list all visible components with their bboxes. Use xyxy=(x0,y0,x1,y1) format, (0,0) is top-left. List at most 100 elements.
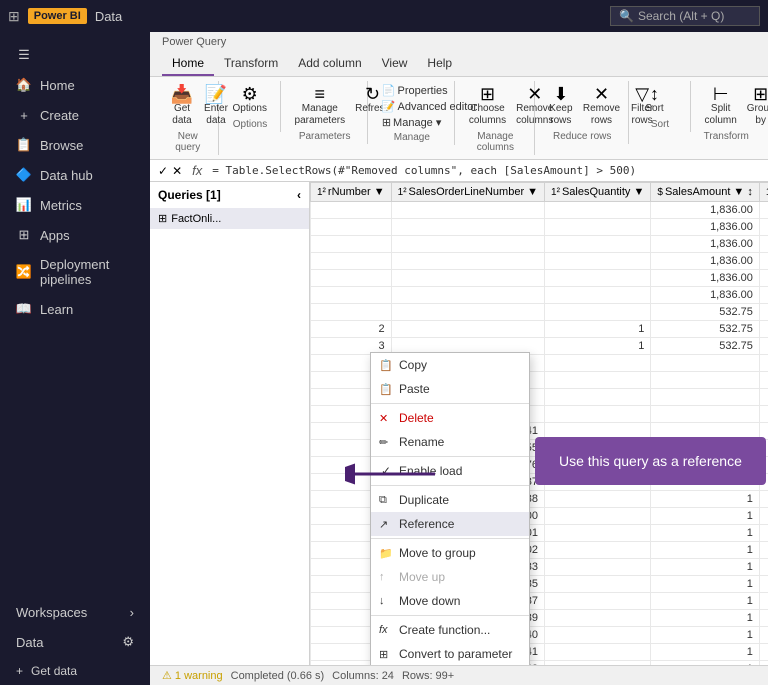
group-by-icon: ⊞ xyxy=(753,85,768,103)
ribbon-btn-group-by[interactable]: ⊞ Groupby xyxy=(743,83,768,129)
main-layout: ☰ 🏠 Home + Create 📋 Browse 🔷 Data hub 📊 … xyxy=(0,32,768,685)
query-item-factonli[interactable]: ⊞ FactOnli... xyxy=(150,208,309,229)
grid-icon: ⊞ xyxy=(8,8,20,25)
metrics-icon: 📊 xyxy=(16,197,32,213)
choose-columns-icon: ⊞ xyxy=(480,85,495,103)
ctx-reference[interactable]: ↗Reference xyxy=(371,512,529,536)
sidebar-item-deployment[interactable]: 🔀 Deployment pipelines xyxy=(0,250,150,294)
tab-transform[interactable]: Transform xyxy=(214,52,288,76)
ribbon-btn-split-column[interactable]: ⊢ Splitcolumn xyxy=(701,83,741,129)
ribbon: 📥 Getdata 📝 Enterdata New query xyxy=(150,77,768,160)
sidebar-get-data[interactable]: + Get data xyxy=(0,657,150,685)
ribbon-btn-choose-columns[interactable]: ⊞ Choosecolumns xyxy=(465,83,510,129)
tab-view[interactable]: View xyxy=(372,52,418,76)
move-group-icon: 📁 xyxy=(379,547,393,560)
duplicate-icon: ⧉ xyxy=(379,494,387,507)
ribbon-btn-keep-rows[interactable]: ⬇ Keeprows xyxy=(545,83,577,129)
status-completed: Completed (0.66 s) xyxy=(231,670,325,682)
query-table-area: Queries [1] ‹ ⊞ FactOnli... 📋Copy 📋Paste xyxy=(150,182,768,665)
get-data-ribbon-icon: 📥 xyxy=(171,85,193,103)
ribbon-group-label-options: Options xyxy=(229,117,272,130)
sidebar-item-browse[interactable]: 📋 Browse xyxy=(0,130,150,160)
sidebar-data[interactable]: Data ⚙ xyxy=(0,627,150,657)
ribbon-group-manage: 📄 Properties 📝 Advanced editor ⊞ Manage … xyxy=(370,81,455,145)
tab-add-column[interactable]: Add column xyxy=(288,52,371,76)
options-icon: ⚙ xyxy=(242,85,258,103)
formula-icons: ✓ ✕ xyxy=(158,164,182,178)
table-row: 1,836.0000 xyxy=(311,219,768,236)
manage-params-icon: ≡ xyxy=(315,85,326,103)
sidebar-workspaces[interactable]: Workspaces › xyxy=(0,598,150,627)
sidebar: ☰ 🏠 Home + Create 📋 Browse 🔷 Data hub 📊 … xyxy=(0,32,150,685)
ctx-enable-load[interactable]: Enable load xyxy=(371,459,529,483)
ribbon-group-new-query: 📥 Getdata 📝 Enterdata New query xyxy=(158,81,219,155)
ribbon-group-label-manage: Manage xyxy=(378,130,446,143)
status-columns: Columns: 24 xyxy=(332,670,394,682)
warning-label: ⚠ 1 warning xyxy=(162,669,223,682)
ctx-sep-2 xyxy=(371,456,529,457)
query-panel-collapse[interactable]: ‹ xyxy=(297,188,301,202)
search-box[interactable]: 🔍 Search (Alt + Q) xyxy=(610,6,760,26)
sidebar-item-datahub[interactable]: 🔷 Data hub xyxy=(0,160,150,190)
ribbon-btn-get-data[interactable]: 📥 Getdata xyxy=(166,83,198,129)
table-row: 1,836.0000 xyxy=(311,287,768,304)
col-header-salesqty[interactable]: 1²SalesQuantity ▼ xyxy=(545,183,651,202)
fx-label: fx xyxy=(188,163,206,178)
content-area: Power Query Home Transform Add column Vi… xyxy=(150,32,768,685)
ctx-delete[interactable]: ✕Delete xyxy=(371,406,529,430)
ctx-convert-parameter[interactable]: ⊞Convert to parameter xyxy=(371,642,529,665)
table-row: 1,836.0000 xyxy=(311,236,768,253)
ribbon-group-options: ⚙ Options Options xyxy=(221,81,281,132)
move-up-icon: ↑ xyxy=(379,571,385,583)
ribbon-group-transform: ⊢ Splitcolumn ⊞ Groupby Transform xyxy=(693,81,760,144)
checkmark-icon[interactable]: ✓ xyxy=(158,164,168,178)
home-icon: 🏠 xyxy=(16,77,32,93)
sidebar-item-metrics[interactable]: 📊 Metrics xyxy=(0,190,150,220)
ctx-copy[interactable]: 📋Copy xyxy=(371,353,529,377)
formula-bar: ✓ ✕ fx = Table.SelectRows(#"Removed colu… xyxy=(150,160,768,182)
ribbon-btn-options[interactable]: ⚙ Options xyxy=(229,83,271,117)
ribbon-tabs: Home Transform Add column View Help xyxy=(162,52,756,76)
context-menu: 📋Copy 📋Paste ✕Delete ✏Rename Enable load xyxy=(370,352,530,665)
cross-icon[interactable]: ✕ xyxy=(172,164,182,178)
page-section: Data xyxy=(95,9,122,24)
sidebar-item-learn[interactable]: 📖 Learn xyxy=(0,294,150,324)
col-header-salesamt[interactable]: $SalesAmount ▼ ↕ xyxy=(651,183,760,202)
ctx-paste[interactable]: 📋Paste xyxy=(371,377,529,401)
ctx-move-to-group[interactable]: 📁Move to group xyxy=(371,541,529,565)
move-down-icon: ↓ xyxy=(379,595,385,607)
ribbon-btn-manage-parameters[interactable]: ≡ Manageparameters xyxy=(291,83,350,129)
ctx-move-up[interactable]: ↑Move up xyxy=(371,565,529,589)
data-settings-icon: ⚙ xyxy=(122,634,134,650)
sidebar-item-home[interactable]: 🏠 Home xyxy=(0,70,150,100)
datahub-icon: 🔷 xyxy=(16,167,32,183)
app-logo: Power BI xyxy=(28,8,87,24)
get-data-icon: + xyxy=(16,664,23,678)
status-rows: Rows: 99+ xyxy=(402,670,454,682)
ribbon-btn-sort[interactable]: ↕ Sort xyxy=(639,83,671,117)
rename-icon: ✏ xyxy=(379,436,388,449)
sidebar-item-create[interactable]: + Create xyxy=(0,100,150,130)
ctx-rename[interactable]: ✏Rename xyxy=(371,430,529,454)
sidebar-item-apps[interactable]: ⊞ Apps xyxy=(0,220,150,250)
ctx-sep-4 xyxy=(371,538,529,539)
split-column-icon: ⊢ xyxy=(713,85,729,103)
query-panel: Queries [1] ‹ ⊞ FactOnli... xyxy=(150,182,310,665)
ctx-move-down[interactable]: ↓Move down xyxy=(371,589,529,613)
ribbon-group-label-sort: Sort xyxy=(639,117,682,130)
pq-title: Power Query xyxy=(162,36,756,50)
ribbon-group-label-reduce-rows: Reduce rows xyxy=(545,129,620,142)
keep-rows-icon: ⬇ xyxy=(553,85,568,103)
ctx-sep-3 xyxy=(371,485,529,486)
col-header-rnum[interactable]: 1²rNumber ▼ xyxy=(311,183,392,202)
ctx-create-function[interactable]: fxCreate function... xyxy=(371,618,529,642)
sidebar-collapse[interactable]: ☰ xyxy=(0,40,150,70)
col-header-returnqty[interactable]: 1²ReturnQuantity ▼ xyxy=(759,183,768,202)
ribbon-btn-remove-rows[interactable]: ✕ Removerows xyxy=(579,83,624,129)
ctx-duplicate[interactable]: ⧉Duplicate xyxy=(371,488,529,512)
apps-icon: ⊞ xyxy=(16,227,32,243)
tab-home[interactable]: Home xyxy=(162,52,214,76)
col-header-salesorder[interactable]: 1²SalesOrderLineNumber ▼ xyxy=(391,183,544,202)
tab-help[interactable]: Help xyxy=(417,52,462,76)
ribbon-group-parameters: ≡ Manageparameters ↻ Refresh Parameters xyxy=(283,81,368,144)
